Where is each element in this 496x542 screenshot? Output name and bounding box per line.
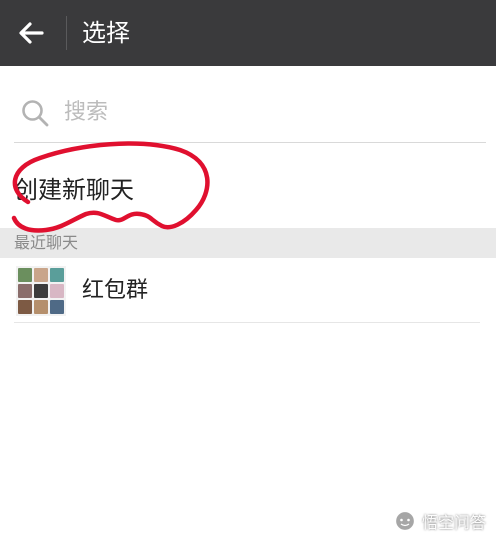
watermark: 悟空问答: [394, 508, 486, 534]
create-new-chat-label: 创建新聊天: [14, 176, 134, 204]
top-bar: 选择: [0, 0, 496, 66]
search-bar: [0, 78, 496, 144]
search-icon: [22, 100, 49, 127]
wukong-logo-icon: [394, 510, 416, 532]
top-bar-divider: [66, 16, 67, 50]
chat-name: 红包群: [82, 278, 149, 303]
chat-divider: [14, 322, 480, 323]
back-button[interactable]: [10, 11, 54, 55]
group-avatar-icon: [16, 266, 66, 316]
recent-chats-header: 最近聊天: [0, 228, 496, 258]
create-new-chat-button[interactable]: 创建新聊天: [0, 144, 496, 230]
page-title: 选择: [82, 19, 130, 47]
search-input[interactable]: [64, 96, 464, 128]
recent-chats-label: 最近聊天: [14, 233, 79, 252]
arrow-left-icon: [19, 22, 44, 44]
watermark-text: 悟空问答: [421, 513, 486, 532]
chat-list-item[interactable]: 红包群: [0, 258, 496, 324]
search-underline: [14, 142, 486, 143]
